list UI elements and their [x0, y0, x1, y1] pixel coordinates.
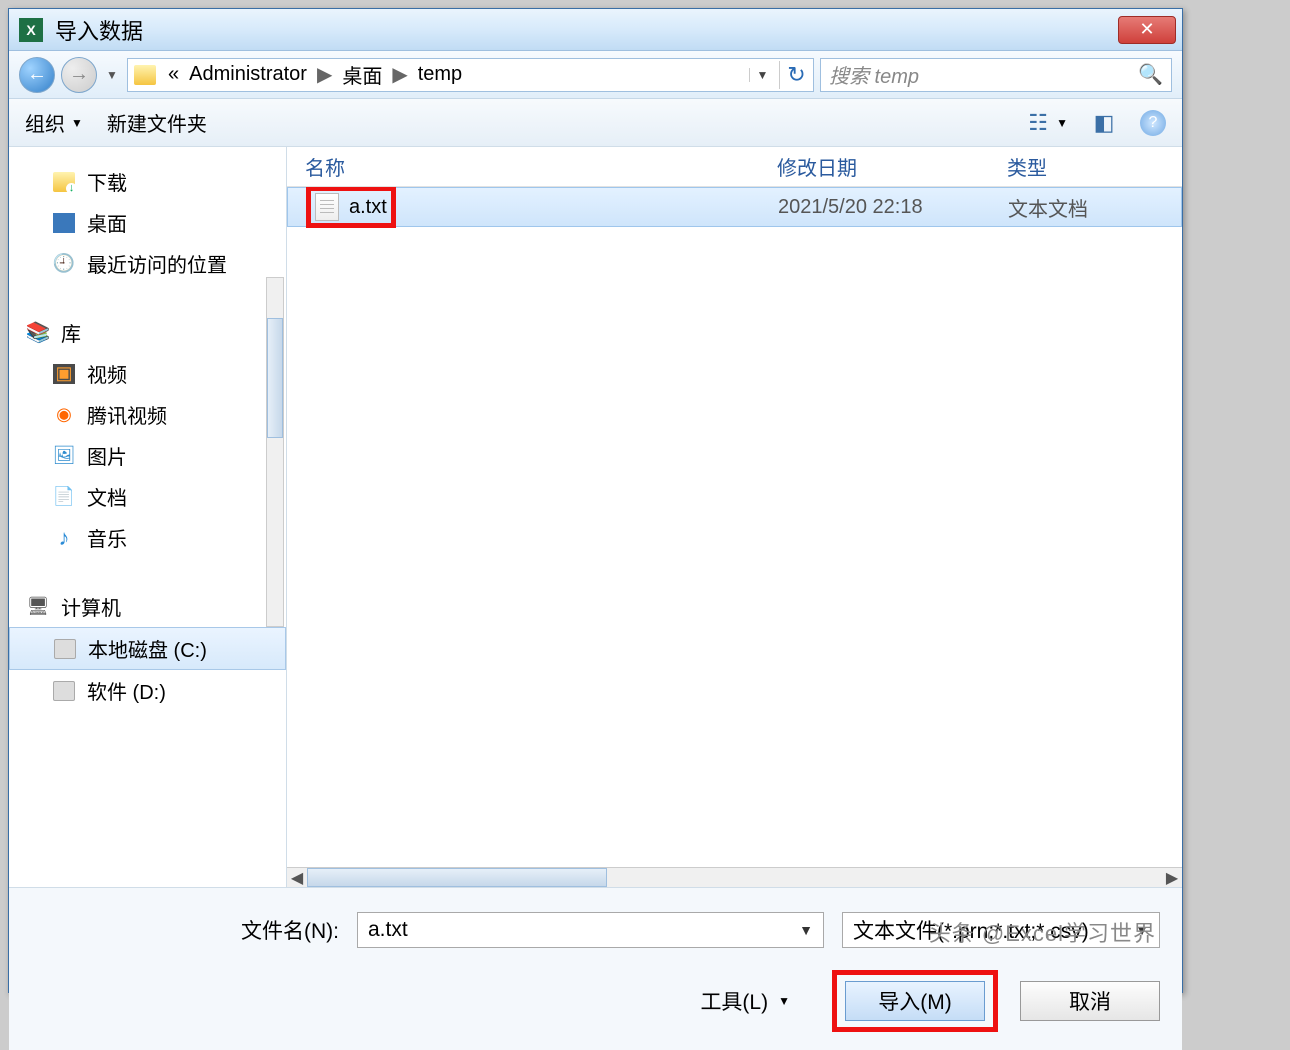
- tree-downloads[interactable]: 下载: [9, 161, 286, 202]
- view-button[interactable]: ☷ ▼: [1024, 109, 1068, 137]
- video-icon: ▣: [53, 364, 75, 384]
- tree-scrollbar[interactable]: [266, 277, 284, 627]
- file-name: a.txt: [349, 196, 387, 219]
- tree-computer[interactable]: 🖥计算机: [9, 586, 286, 627]
- refresh-button[interactable]: ↻: [779, 61, 807, 89]
- import-button[interactable]: 导入(M): [845, 981, 985, 1021]
- list-header: 名称 修改日期 类型: [287, 147, 1182, 187]
- chevron-left-icon: «: [168, 63, 179, 86]
- address-dropdown[interactable]: ▼: [749, 68, 769, 82]
- tree-libraries[interactable]: 📚库: [9, 312, 286, 353]
- search-placeholder: 搜索 temp: [829, 60, 919, 89]
- chevron-right-icon: ▶: [392, 62, 407, 87]
- tencent-icon: ◉: [53, 405, 75, 425]
- tree-documents[interactable]: 📄文档: [9, 476, 286, 517]
- nav-tree: 下载 桌面 🕘最近访问的位置 📚库 ▣视频 ◉腾讯视频 🖼图片 📄文档 ♪音乐 …: [9, 147, 287, 887]
- address-bar[interactable]: « Administrator ▶ 桌面 ▶ temp ▼ ↻: [127, 58, 814, 92]
- new-folder-button[interactable]: 新建文件夹: [107, 108, 207, 137]
- chevron-right-icon: ▶: [317, 62, 332, 87]
- list-hscrollbar[interactable]: ◀ ▶: [287, 867, 1182, 887]
- chevron-down-icon[interactable]: ▼: [799, 922, 813, 938]
- forward-button[interactable]: →: [61, 57, 97, 93]
- titlebar: X 导入数据 ✕: [9, 9, 1182, 51]
- disk-icon: [54, 639, 76, 659]
- column-type[interactable]: 类型: [1007, 152, 1182, 181]
- organize-button[interactable]: 组织 ▼: [25, 108, 83, 137]
- tree-videos[interactable]: ▣视频: [9, 353, 286, 394]
- search-icon: 🔍: [1138, 62, 1163, 87]
- music-icon: ♪: [53, 528, 75, 548]
- file-date: 2021/5/20 22:18: [778, 196, 1008, 219]
- tree-desktop[interactable]: 桌面: [9, 202, 286, 243]
- navbar: ← → ▼ « Administrator ▶ 桌面 ▶ temp ▼ ↻ 搜索…: [9, 51, 1182, 99]
- breadcrumb-item[interactable]: Administrator: [189, 63, 307, 86]
- tree-pictures[interactable]: 🖼图片: [9, 435, 286, 476]
- history-dropdown[interactable]: ▼: [103, 57, 121, 93]
- column-name[interactable]: 名称: [287, 152, 777, 181]
- filename-input[interactable]: a.txt ▼: [357, 912, 824, 948]
- breadcrumb-item[interactable]: 桌面: [342, 60, 382, 89]
- close-button[interactable]: ✕: [1118, 16, 1176, 44]
- picture-icon: 🖼: [53, 446, 75, 466]
- file-list: 名称 修改日期 类型 a.txt 2021/5/20 22:18 文本文档: [287, 147, 1182, 887]
- tools-button[interactable]: 工具(L) ▼: [700, 986, 790, 1016]
- tree-tencent[interactable]: ◉腾讯视频: [9, 394, 286, 435]
- recent-icon: 🕘: [53, 254, 75, 274]
- file-row[interactable]: a.txt 2021/5/20 22:18 文本文档: [287, 187, 1182, 227]
- scroll-right-icon[interactable]: ▶: [1162, 868, 1182, 888]
- computer-icon: 🖥: [27, 597, 49, 617]
- search-input[interactable]: 搜索 temp 🔍: [820, 58, 1172, 92]
- scrollbar-thumb[interactable]: [267, 318, 283, 438]
- desktop-icon: [53, 213, 75, 233]
- toolbar: 组织 ▼ 新建文件夹 ☷ ▼ ◧ ?: [9, 99, 1182, 147]
- file-type: 文本文档: [1008, 193, 1181, 222]
- help-button[interactable]: ?: [1140, 110, 1166, 136]
- preview-pane-button[interactable]: ◧: [1090, 109, 1118, 137]
- view-icon: ☷: [1024, 109, 1052, 137]
- column-date[interactable]: 修改日期: [777, 152, 1007, 181]
- tree-disk-c[interactable]: 本地磁盘 (C:): [9, 627, 286, 670]
- tree-disk-d[interactable]: 软件 (D:): [9, 670, 286, 711]
- chevron-down-icon: ▼: [71, 116, 83, 130]
- watermark: 头条 @Excel学习世界: [929, 916, 1156, 948]
- chevron-down-icon: ▼: [778, 994, 790, 1008]
- library-icon: 📚: [27, 323, 49, 343]
- window-title: 导入数据: [55, 14, 143, 46]
- folder-icon: [134, 65, 156, 85]
- document-icon: 📄: [53, 487, 75, 507]
- breadcrumb-item[interactable]: temp: [418, 63, 462, 86]
- back-button[interactable]: ←: [19, 57, 55, 93]
- tree-recent[interactable]: 🕘最近访问的位置: [9, 243, 286, 284]
- tree-music[interactable]: ♪音乐: [9, 517, 286, 558]
- chevron-down-icon: ▼: [1056, 116, 1068, 130]
- scroll-left-icon[interactable]: ◀: [287, 868, 307, 888]
- disk-icon: [53, 681, 75, 701]
- excel-icon: X: [19, 18, 43, 42]
- scrollbar-thumb[interactable]: [307, 868, 607, 887]
- folder-icon: [53, 172, 75, 192]
- cancel-button[interactable]: 取消: [1020, 981, 1160, 1021]
- filename-label: 文件名(N):: [241, 915, 339, 945]
- text-file-icon: [315, 193, 339, 221]
